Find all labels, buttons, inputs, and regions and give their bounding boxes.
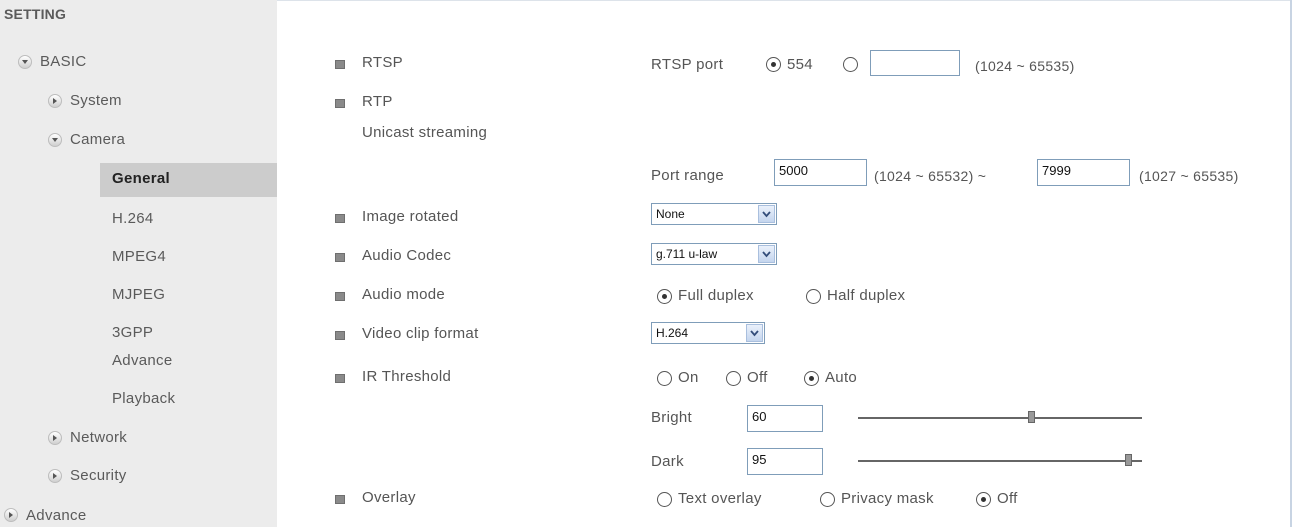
rtsp-custom-port-input[interactable] <box>870 50 960 76</box>
bullet-icon <box>335 495 345 504</box>
rtsp-custom-radio[interactable] <box>843 57 858 72</box>
sidebar-title: SETTING <box>4 6 67 22</box>
rtsp-default-radio[interactable] <box>766 57 781 72</box>
dark-input[interactable]: 95 <box>747 448 823 475</box>
audio-codec-label: Audio Codec <box>362 247 452 264</box>
half-duplex-label: Half duplex <box>827 287 906 304</box>
sidebar-item-basic[interactable]: BASIC <box>40 53 87 70</box>
rtp-label: RTP <box>362 93 393 110</box>
sidebar-item-advance-camera[interactable]: Advance <box>112 352 172 369</box>
video-clip-format-select[interactable]: H.264 <box>651 322 765 344</box>
ir-auto-radio[interactable] <box>804 371 819 386</box>
bullet-icon <box>335 374 345 383</box>
collapsed-icon[interactable] <box>48 431 62 445</box>
port-range-end-input[interactable]: 7999 <box>1037 159 1130 186</box>
chevron-down-icon[interactable] <box>758 245 775 263</box>
ir-threshold-label: IR Threshold <box>362 368 452 385</box>
ir-off-radio[interactable] <box>726 371 741 386</box>
settings-sidebar: SETTING BASIC System Camera General H.26… <box>0 0 277 527</box>
text-overlay-label: Text overlay <box>678 490 762 507</box>
sidebar-item-security[interactable]: Security <box>70 467 127 484</box>
sidebar-item-network[interactable]: Network <box>70 429 127 446</box>
sidebar-item-3gpp[interactable]: 3GPP <box>112 324 153 341</box>
ir-on-label: On <box>678 369 699 386</box>
collapsed-icon[interactable] <box>48 469 62 483</box>
audio-mode-label: Audio mode <box>362 286 446 303</box>
bullet-icon <box>335 60 345 69</box>
bright-slider-thumb[interactable] <box>1028 411 1036 423</box>
sidebar-item-system[interactable]: System <box>70 92 122 109</box>
dark-slider-track[interactable] <box>858 460 1142 462</box>
collapsed-icon[interactable] <box>4 508 18 522</box>
dark-slider-thumb[interactable] <box>1124 454 1132 466</box>
full-duplex-label: Full duplex <box>678 287 754 304</box>
bullet-icon <box>335 99 345 108</box>
overlay-label: Overlay <box>362 489 416 506</box>
ir-off-label: Off <box>747 369 768 386</box>
sidebar-item-general[interactable]: General <box>112 170 170 187</box>
audio-codec-value: g.711 u-law <box>656 247 718 261</box>
bullet-icon <box>335 214 345 223</box>
sidebar-item-mjpeg[interactable]: MJPEG <box>112 286 165 303</box>
sidebar-item-camera[interactable]: Camera <box>70 131 125 148</box>
text-overlay-radio[interactable] <box>657 492 672 507</box>
unicast-streaming-label: Unicast streaming <box>362 124 488 141</box>
bright-label: Bright <box>651 409 692 426</box>
bullet-icon <box>335 331 345 340</box>
rtsp-label: RTSP <box>362 54 403 71</box>
overlay-off-radio[interactable] <box>976 492 991 507</box>
image-rotated-label: Image rotated <box>362 208 459 225</box>
port-range-label: Port range <box>651 167 725 184</box>
bright-input[interactable]: 60 <box>747 405 823 432</box>
port-range-start-input[interactable]: 5000 <box>774 159 867 186</box>
sidebar-item-playback[interactable]: Playback <box>112 390 175 407</box>
video-clip-format-label: Video clip format <box>362 325 479 342</box>
port-range-end-hint: (1027 ~ 65535) <box>1139 168 1239 184</box>
chevron-down-icon[interactable] <box>758 205 775 223</box>
overlay-off-label: Off <box>997 490 1018 507</box>
expanded-icon[interactable] <box>48 133 62 147</box>
bullet-icon <box>335 292 345 301</box>
privacy-mask-label: Privacy mask <box>841 490 934 507</box>
ir-on-radio[interactable] <box>657 371 672 386</box>
image-rotated-select[interactable]: None <box>651 203 777 225</box>
dark-label: Dark <box>651 453 684 470</box>
privacy-mask-radio[interactable] <box>820 492 835 507</box>
rtsp-default-value: 554 <box>787 56 813 73</box>
image-rotated-value: None <box>656 207 685 221</box>
half-duplex-radio[interactable] <box>806 289 821 304</box>
port-range-start-hint: (1024 ~ 65532) ~ <box>874 168 987 184</box>
ir-auto-label: Auto <box>825 369 858 386</box>
sidebar-item-mpeg4[interactable]: MPEG4 <box>112 248 166 265</box>
audio-codec-select[interactable]: g.711 u-law <box>651 243 777 265</box>
video-clip-format-value: H.264 <box>656 326 689 340</box>
bullet-icon <box>335 253 345 262</box>
rtsp-port-label: RTSP port <box>651 56 724 73</box>
expanded-icon[interactable] <box>18 55 32 69</box>
full-duplex-radio[interactable] <box>657 289 672 304</box>
frame-right-border <box>1290 0 1292 527</box>
chevron-down-icon[interactable] <box>746 324 763 342</box>
sidebar-item-advance[interactable]: Advance <box>26 507 86 524</box>
rtsp-range-hint: (1024 ~ 65535) <box>975 58 1075 74</box>
collapsed-icon[interactable] <box>48 94 62 108</box>
bright-slider-track[interactable] <box>858 417 1142 419</box>
sidebar-item-h264[interactable]: H.264 <box>112 210 154 227</box>
